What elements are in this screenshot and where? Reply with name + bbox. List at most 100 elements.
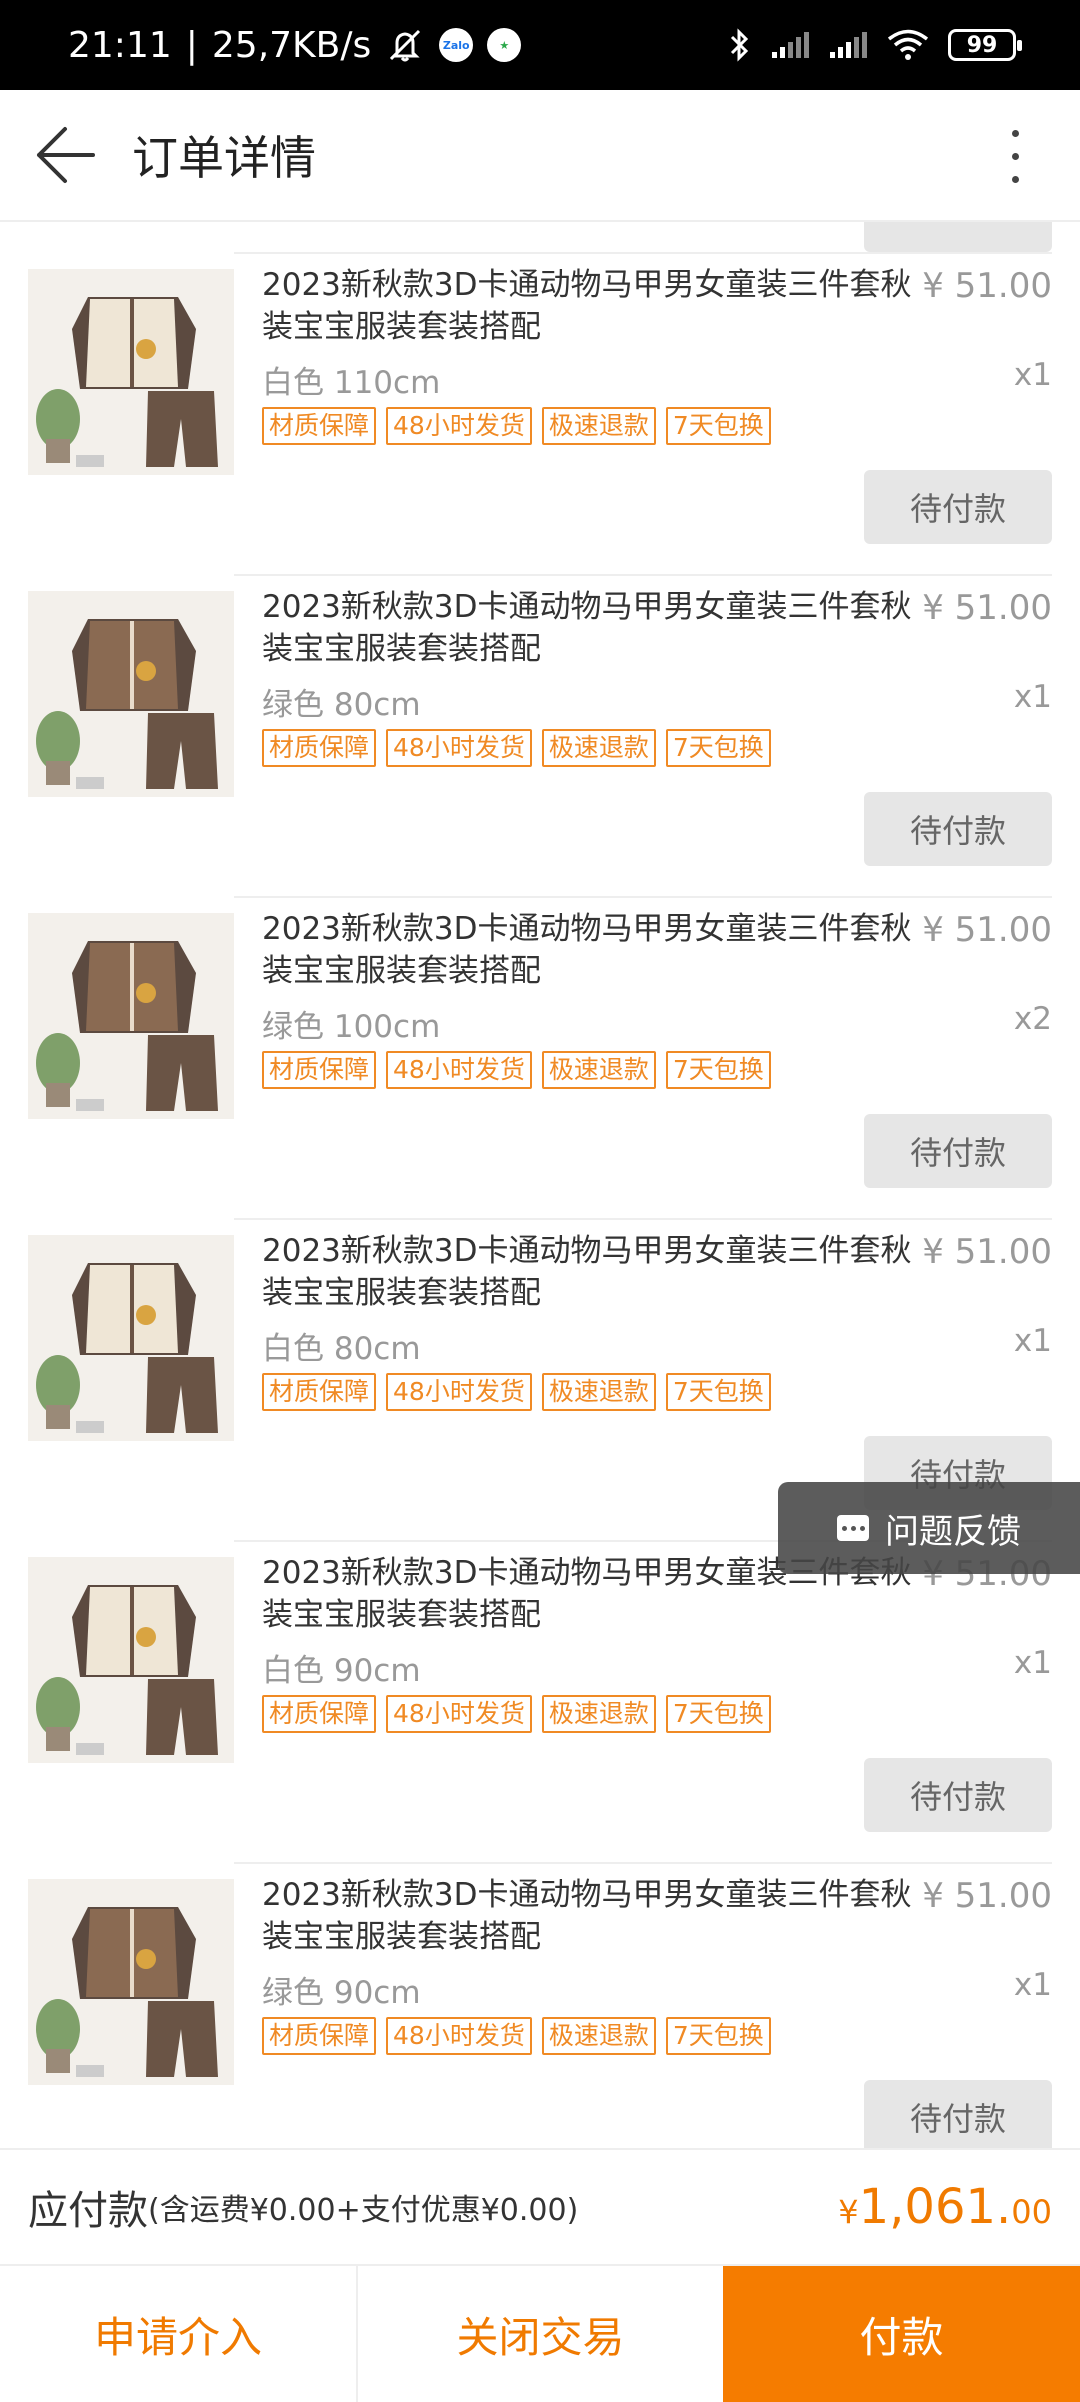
service-tag: 极速退款 <box>541 1373 656 1411</box>
product-thumbnail[interactable] <box>28 1235 234 1441</box>
product-quantity: x1 <box>1013 679 1052 715</box>
service-tag: 48小时发货 <box>386 729 532 767</box>
product-title[interactable]: 2023新秋款3D卡通动物马甲男女童装三件套秋装宝宝服装套装搭配 <box>262 586 912 670</box>
service-tags: 材质保障 48小时发货 极速退款 7天包换 <box>262 1051 771 1089</box>
service-tag: 7天包换 <box>665 1695 771 1733</box>
status-button-partial[interactable] <box>864 222 1052 252</box>
service-tag: 材质保障 <box>262 2017 377 2055</box>
item-divider <box>234 896 1052 898</box>
wifi-icon <box>886 28 930 62</box>
chat-icon <box>837 1515 869 1541</box>
order-item[interactable]: 2023新秋款3D卡通动物马甲男女童装三件套秋装宝宝服装套装搭配 ¥ 51.00… <box>0 1540 1080 1862</box>
service-tag: 极速退款 <box>541 407 656 445</box>
service-tag: 48小时发货 <box>386 2017 532 2055</box>
bluetooth-icon <box>728 27 752 63</box>
service-tag: 材质保障 <box>262 407 377 445</box>
feedback-button[interactable]: 问题反馈 <box>778 1482 1080 1574</box>
service-tag: 极速退款 <box>541 1695 656 1733</box>
order-item[interactable]: 2023新秋款3D卡通动物马甲男女童装三件套秋装宝宝服装套装搭配 ¥ 51.00… <box>0 252 1080 574</box>
zalo-icon: Zalo <box>439 28 474 62</box>
service-tag: 材质保障 <box>262 729 377 767</box>
product-spec: 白色 110cm <box>262 365 441 401</box>
back-button[interactable] <box>0 89 130 221</box>
more-vertical-icon <box>1011 129 1019 137</box>
product-title[interactable]: 2023新秋款3D卡通动物马甲男女童装三件套秋装宝宝服装套装搭配 <box>262 264 912 348</box>
total-amount: ¥ 1,061. 00 <box>838 2179 1052 2235</box>
mute-icon <box>385 27 425 63</box>
more-options-button[interactable] <box>950 90 1080 222</box>
payment-summary: 应付款 (含运费¥0.00+支付优惠¥0.00) ¥ 1,061. 00 <box>0 2148 1080 2264</box>
service-tag: 7天包换 <box>665 1373 771 1411</box>
product-quantity: x1 <box>1013 1645 1052 1681</box>
product-price: ¥ 51.00 <box>922 266 1052 306</box>
service-tag: 极速退款 <box>541 729 656 767</box>
product-spec: 绿色 100cm <box>262 1009 441 1045</box>
service-tags: 材质保障 48小时发货 极速退款 7天包换 <box>262 1695 771 1733</box>
page-title: 订单详情 <box>132 131 316 185</box>
order-item-list[interactable]: 2023新秋款3D卡通动物马甲男女童装三件套秋装宝宝服装套装搭配 ¥ 51.00… <box>0 222 1080 2148</box>
service-tag: 材质保障 <box>262 1373 377 1411</box>
item-status-button[interactable]: 待付款 <box>864 1758 1052 1832</box>
product-thumbnail[interactable] <box>28 269 234 475</box>
product-quantity: x2 <box>1013 1001 1052 1037</box>
amount-decimal: 00 <box>1011 2193 1052 2231</box>
signal-icon <box>828 30 868 60</box>
service-tag: 48小时发货 <box>386 1373 532 1411</box>
order-item[interactable]: 2023新秋款3D卡通动物马甲男女童装三件套秋装宝宝服装套装搭配 ¥ 51.00… <box>0 574 1080 896</box>
item-status-button[interactable]: 待付款 <box>864 792 1052 866</box>
item-status-button[interactable]: 待付款 <box>864 1114 1052 1188</box>
product-title[interactable]: 2023新秋款3D卡通动物马甲男女童装三件套秋装宝宝服装套装搭配 <box>262 1230 912 1314</box>
service-tag: 极速退款 <box>541 1051 656 1089</box>
item-status-button[interactable]: 待付款 <box>864 2080 1052 2148</box>
signal-icon <box>770 30 810 60</box>
product-thumbnail[interactable] <box>28 1879 234 2085</box>
service-tag: 48小时发货 <box>386 407 532 445</box>
service-tag: 48小时发货 <box>386 1695 532 1733</box>
apply-intervention-button[interactable]: 申请介入 <box>0 2266 358 2402</box>
product-thumbnail[interactable] <box>28 591 234 797</box>
service-tag: 材质保障 <box>262 1695 377 1733</box>
app-icon: ★ <box>487 28 522 62</box>
product-price: ¥ 51.00 <box>922 1232 1052 1272</box>
service-tags: 材质保障 48小时发货 极速退款 7天包换 <box>262 1373 771 1411</box>
service-tag: 7天包换 <box>665 1051 771 1089</box>
product-quantity: x1 <box>1013 1967 1052 2003</box>
product-title[interactable]: 2023新秋款3D卡通动物马甲男女童装三件套秋装宝宝服装套装搭配 <box>262 908 912 992</box>
product-price: ¥ 51.00 <box>922 1876 1052 1916</box>
service-tag: 材质保障 <box>262 1051 377 1089</box>
service-tags: 材质保障 48小时发货 极速退款 7天包换 <box>262 407 771 445</box>
order-item[interactable]: 2023新秋款3D卡通动物马甲男女童装三件套秋装宝宝服装套装搭配 ¥ 51.00… <box>0 896 1080 1218</box>
product-spec: 白色 90cm <box>262 1653 421 1689</box>
product-spec: 绿色 90cm <box>262 1975 421 2011</box>
status-time: 21:11 <box>68 24 172 66</box>
close-transaction-button[interactable]: 关闭交易 <box>358 2266 723 2402</box>
pay-button[interactable]: 付款 <box>723 2266 1080 2402</box>
amount-detail: (含运费¥0.00+支付优惠¥0.00) <box>148 2193 579 2228</box>
product-thumbnail[interactable] <box>28 1557 234 1763</box>
product-quantity: x1 <box>1013 1323 1052 1359</box>
service-tags: 材质保障 48小时发货 极速退款 7天包换 <box>262 729 771 767</box>
product-title[interactable]: 2023新秋款3D卡通动物马甲男女童装三件套秋装宝宝服装套装搭配 <box>262 1874 912 1958</box>
service-tag: 7天包换 <box>665 2017 771 2055</box>
amount-integer: 1,061. <box>858 2179 1012 2235</box>
service-tags: 材质保障 48小时发货 极速退款 7天包换 <box>262 2017 771 2055</box>
app-header: 订单详情 <box>0 90 1080 222</box>
status-speed: 25,7KB/s <box>211 24 372 66</box>
item-divider <box>234 252 1052 254</box>
status-separator: | <box>185 24 198 66</box>
arrow-left-icon <box>37 127 95 183</box>
order-item[interactable]: 2023新秋款3D卡通动物马甲男女童装三件套秋装宝宝服装套装搭配 ¥ 51.00… <box>0 1862 1080 2148</box>
item-divider <box>234 1862 1052 1864</box>
battery-icon: 99 <box>948 29 1022 61</box>
product-spec: 白色 80cm <box>262 1331 421 1367</box>
product-spec: 绿色 80cm <box>262 687 421 723</box>
item-status-button[interactable]: 待付款 <box>864 470 1052 544</box>
item-divider <box>234 1218 1052 1220</box>
product-thumbnail[interactable] <box>28 913 234 1119</box>
service-tag: 极速退款 <box>541 2017 656 2055</box>
action-bar: 申请介入 关闭交易 付款 <box>0 2264 1080 2402</box>
product-price: ¥ 51.00 <box>922 588 1052 628</box>
product-quantity: x1 <box>1013 357 1052 393</box>
service-tag: 48小时发货 <box>386 1051 532 1089</box>
status-bar: 21:11 | 25,7KB/s Zalo ★ 99 <box>0 0 1080 90</box>
